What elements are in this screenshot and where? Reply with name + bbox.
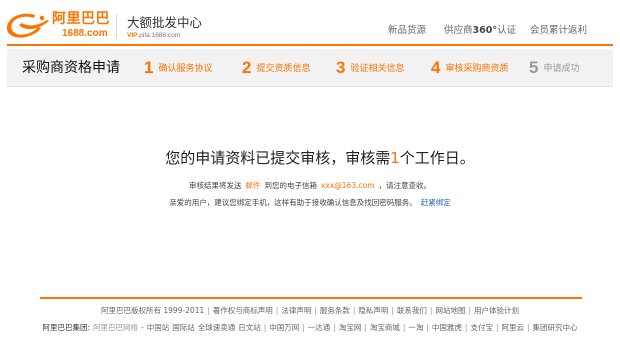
- notice-text-after: ，请注意查收。: [378, 181, 432, 190]
- footer-site-hichina[interactable]: 中国万网: [269, 323, 299, 332]
- step-number: 1: [144, 58, 154, 77]
- site-url: VIP.pifa.1688.com: [127, 32, 180, 40]
- result-heading: 您的申请资料已提交审核，审核需1个工作日。: [0, 149, 620, 167]
- footer-site-japan[interactable]: 日文站: [238, 323, 261, 332]
- nav-supplier-prefix: 供应商: [444, 25, 473, 36]
- step-number: 3: [336, 58, 346, 77]
- footer-link-ux-program[interactable]: 用户体验计划: [474, 306, 519, 315]
- review-days: 1: [390, 149, 400, 167]
- footer-separator: [465, 306, 474, 315]
- site-url-rest: .pifa.1688.com: [137, 32, 181, 39]
- suggestion-text: 亲爱的用户，建议您绑定手机，这样有助于接收确认信息及找回密码服务。: [169, 198, 417, 207]
- bind-phone-suggestion: 亲爱的用户，建议您绑定手机，这样有助于接收确认信息及找回密码服务。 赶紧绑定: [0, 198, 620, 208]
- footer-separator: [204, 306, 213, 315]
- footer-site-international[interactable]: 国际站: [172, 323, 195, 332]
- footer-link-sitemap[interactable]: 网站地图: [435, 306, 465, 315]
- footer-link-privacy[interactable]: 隐私声明: [358, 306, 388, 315]
- step-label: 确认服务协议: [158, 63, 213, 74]
- footer-site-yahoo-china[interactable]: 中国雅虎: [432, 323, 462, 332]
- alibaba-smile-icon: [6, 13, 49, 38]
- site-url-vip: VIP: [127, 32, 138, 39]
- footer-link-terms[interactable]: 服务条款: [320, 306, 350, 315]
- header-divider: [116, 14, 117, 39]
- footer-separator: [299, 323, 308, 332]
- footer-legal-links: 阿里巴巴版权所有 1999-2011 著作权与商标声明法律声明服务条款隐私声明联系…: [0, 306, 620, 316]
- step-label: 审核采购商资质: [445, 63, 509, 74]
- nav-new-products[interactable]: 新品货源: [388, 25, 426, 37]
- footer-copyright: 阿里巴巴版权所有 1999-2011: [101, 306, 205, 315]
- footer-site-aliexpress[interactable]: 全球速卖通: [198, 323, 236, 332]
- footer-dash: -: [141, 323, 144, 332]
- step-verify-info: 3 验证相关信息: [336, 58, 404, 78]
- notice-text-middle: 到您的电子信箱: [264, 181, 317, 190]
- step-number: 2: [242, 58, 252, 77]
- footer-site-taobao-mall[interactable]: 淘宝商城: [370, 323, 400, 332]
- footer-site-taobao[interactable]: 淘宝网: [339, 323, 362, 332]
- footer-site-alipay[interactable]: 支付宝: [470, 323, 493, 332]
- page: 阿里巴巴 1688.com 大额批发中心 VIP.pifa.1688.com 新…: [0, 0, 620, 354]
- footer-separator: [361, 323, 370, 332]
- footer-site-onetouch[interactable]: 一达通: [308, 323, 331, 332]
- footer-group-links: 阿里巴巴集团:阿里巴巴网络-中国站国际站全球速卖通日文站中国万网一达通淘宝网淘宝…: [0, 323, 620, 333]
- logo-domain-text: 1688.com: [62, 28, 108, 39]
- nav-member-rebate[interactable]: 会员累计返利: [530, 25, 587, 37]
- step-label: 申请成功: [543, 63, 580, 74]
- heading-text-before: 您的申请资料已提交审核，审核需: [165, 149, 391, 167]
- steps-title: 采购商资格申请: [22, 60, 120, 76]
- notice-text-before: 审核结果将发送: [188, 181, 242, 190]
- notice-method: 邮件: [245, 181, 261, 190]
- logo-brand-text: 阿里巴巴: [52, 11, 110, 27]
- steps-bar: 采购商资格申请 1 确认服务协议 2 提交资质信息 3 验证相关信息 4 审核采…: [7, 49, 613, 87]
- nav-supplier-360-certification[interactable]: 供应商360°认证: [444, 25, 516, 37]
- footer-separator: [423, 323, 432, 332]
- step-success: 5 申请成功: [529, 58, 579, 78]
- nav-supplier-suffix: 认证: [497, 25, 517, 36]
- footer-separator: [330, 323, 339, 332]
- footer-separator: [388, 306, 397, 315]
- notice-email: xxx@163.com: [320, 181, 375, 190]
- footer-separator: [261, 323, 270, 332]
- bind-phone-link[interactable]: 赶紧绑定: [421, 198, 451, 207]
- footer-link-legal[interactable]: 法律声明: [281, 306, 311, 315]
- step-number: 5: [529, 58, 539, 77]
- nav-supplier-360: 360°: [472, 25, 498, 36]
- footer-site-aliyun[interactable]: 阿里云: [501, 323, 524, 332]
- footer-link-trademark[interactable]: 著作权与商标声明: [213, 306, 273, 315]
- step-review-buyer: 4 审核采购商资质: [431, 58, 508, 78]
- step-label: 提交资质信息: [256, 63, 311, 74]
- footer-link-contact[interactable]: 联系我们: [397, 306, 427, 315]
- footer-separator: [524, 323, 533, 332]
- footer-site-research-center[interactable]: 集团研究中心: [533, 323, 578, 332]
- step-label: 验证相关信息: [350, 63, 405, 74]
- site-title: 大额批发中心: [127, 15, 203, 30]
- step-submit-qualification: 2 提交资质信息: [242, 58, 310, 78]
- footer-site-china[interactable]: 中国站: [147, 323, 170, 332]
- footer-site-etao[interactable]: 一淘: [408, 323, 423, 332]
- step-confirm-agreement: 1 确认服务协议: [144, 58, 212, 78]
- step-number: 4: [431, 58, 441, 77]
- header-orange-rule: [7, 44, 613, 46]
- footer-orange-rule: [40, 297, 582, 299]
- footer-network-link[interactable]: 阿里巴巴网络: [93, 323, 138, 332]
- footer-group-label: 阿里巴巴集团:: [42, 323, 91, 332]
- heading-text-after: 个工作日。: [399, 149, 475, 167]
- footer-separator: [311, 306, 320, 315]
- email-notice: 审核结果将发送 邮件 到您的电子信箱 xxx@163.com ，请注意查收。: [0, 181, 620, 191]
- alibaba-1688-logo[interactable]: 阿里巴巴 1688.com: [5, 11, 113, 41]
